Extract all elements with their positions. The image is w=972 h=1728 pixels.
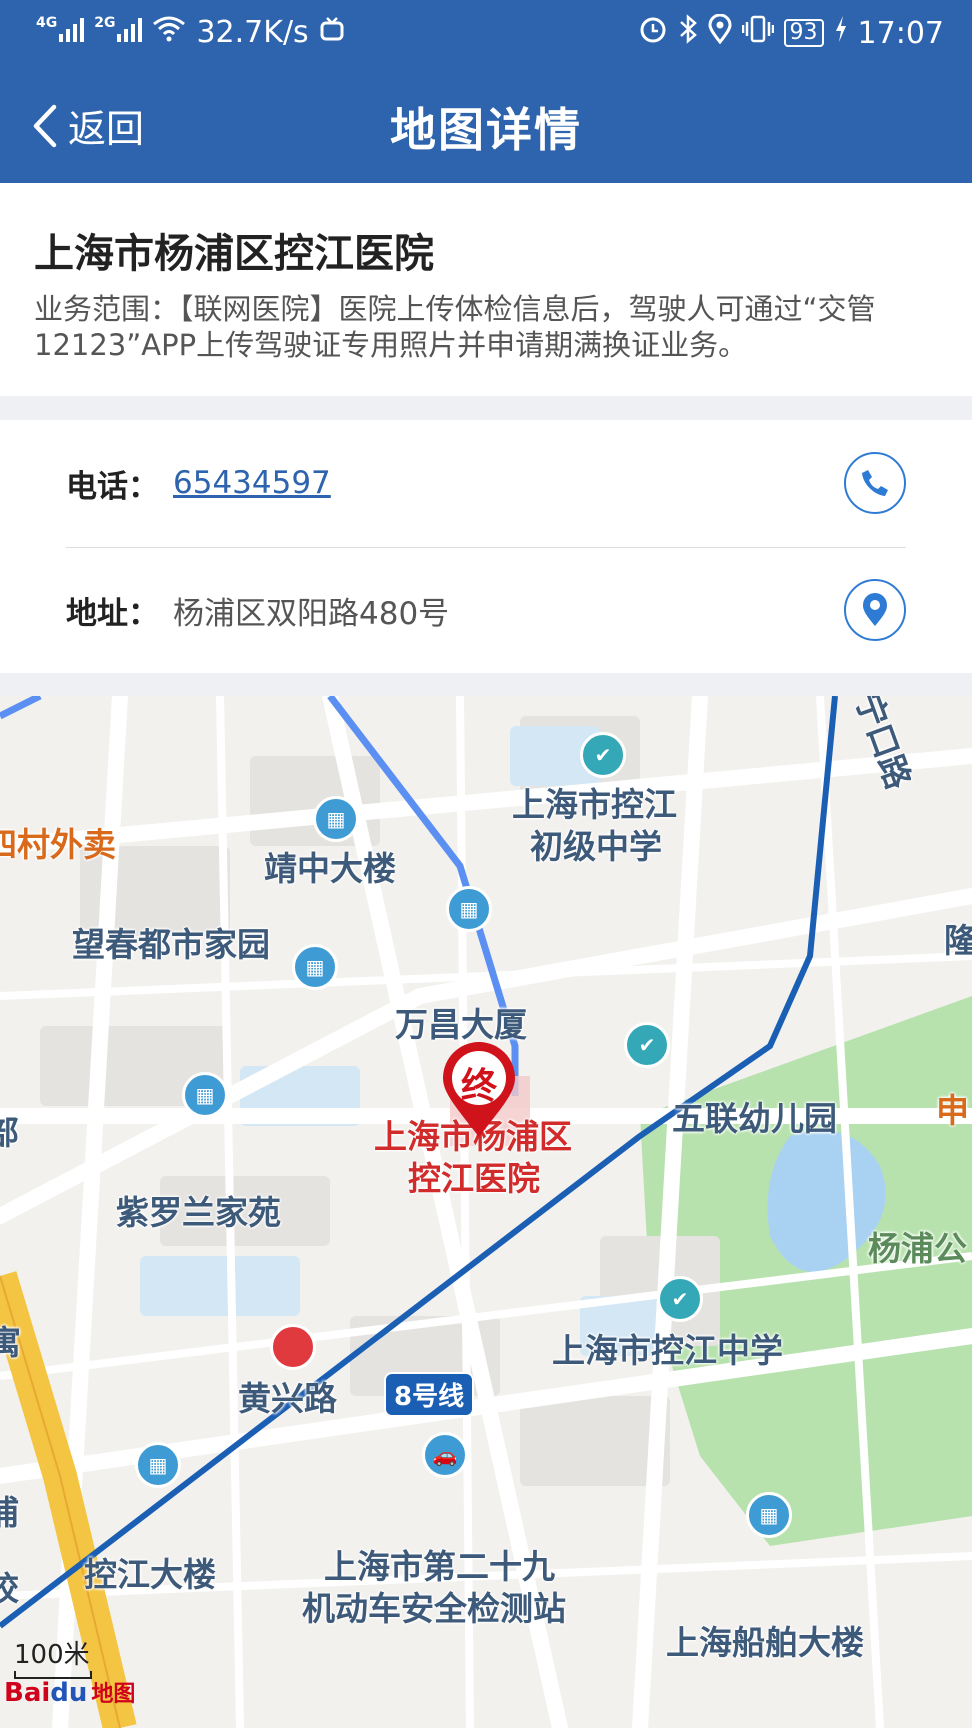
address-row: 地址： 杨浦区双阳路480号 <box>66 560 906 660</box>
address-value: 杨浦区双阳路480号 <box>173 595 450 632</box>
destination-marker[interactable]: 终 <box>440 1041 518 1141</box>
divider <box>66 547 906 548</box>
vibrate-icon <box>741 14 774 52</box>
map-label: 杨浦公 <box>868 1229 967 1268</box>
bluetooth-icon <box>678 14 698 52</box>
status-bar: 4G 2G 32.7K/s 93 17:07 <box>0 0 972 66</box>
map-label-hospital: 控江医院 <box>408 1159 540 1198</box>
building-icon: ▦ <box>182 1072 228 1118</box>
signal-4g-icon: 4G <box>36 15 85 50</box>
phone-row: 电话： 65434597 <box>66 433 906 533</box>
building-icon: ▦ <box>135 1442 181 1488</box>
metro-line-badge: 8号线 <box>384 1372 475 1417</box>
charging-icon <box>834 15 848 51</box>
contact-card: 电话： 65434597 地址： 杨浦区双阳路480号 <box>0 420 972 673</box>
clock-time: 17:07 <box>857 15 944 51</box>
map-scale: 100米 <box>14 1634 92 1679</box>
map-label: 黄兴路 <box>238 1379 337 1418</box>
phone-icon <box>862 470 888 496</box>
map-label: 上海市第二十九 <box>324 1547 555 1586</box>
marker-label: 终 <box>460 1066 497 1107</box>
nav-bar: 返回 地图详情 <box>0 66 972 183</box>
call-button[interactable] <box>844 452 906 514</box>
map-view[interactable]: ✔ ▦ ▦ ▦ ✔ ▦ ✔ ▦ 🚗 ▦ 上海市控江 初级中学 靖中大楼 四村外卖… <box>0 696 972 1728</box>
map-label: 上海市控江中学 <box>552 1331 783 1370</box>
map-label: 靖中大楼 <box>264 849 396 888</box>
school-icon: ✔ <box>624 1022 670 1068</box>
map-label: 四村外卖 <box>0 825 116 864</box>
hospital-info-card: 上海市杨浦区控江医院 业务范围：【联网医院】医院上传体检信息后，驾驶人可通过“交… <box>0 183 972 396</box>
map-label: 校 <box>0 1569 19 1608</box>
map-label: 机动车安全检测站 <box>302 1589 566 1628</box>
location-icon <box>708 13 732 52</box>
phone-label: 电话： <box>66 468 159 505</box>
alarm-icon <box>638 14 668 52</box>
page-title: 地图详情 <box>390 103 582 157</box>
tv-icon <box>319 15 345 50</box>
network-speed: 32.7K/s <box>196 14 309 50</box>
map-label: 浦 <box>0 1493 19 1532</box>
address-label: 地址： <box>66 595 159 632</box>
map-label: 隆 <box>944 921 972 960</box>
building-icon: ▦ <box>446 886 492 932</box>
map-label: 寓 <box>0 1323 21 1362</box>
map-label: 上海市控江 <box>512 785 677 824</box>
phone-number-link[interactable]: 65434597 <box>173 465 331 501</box>
wifi-icon <box>152 14 186 50</box>
map-label: 部 <box>0 1113 19 1152</box>
battery-icon: 93 <box>783 19 824 47</box>
map-label: 控江大楼 <box>84 1555 216 1594</box>
location-pin-icon <box>863 593 887 626</box>
building-icon: ▦ <box>313 796 359 842</box>
map-label: 紫罗兰家苑 <box>116 1193 281 1232</box>
hospital-name: 上海市杨浦区控江医院 <box>34 231 434 277</box>
map-label: 上海船舶大楼 <box>666 1623 864 1662</box>
building-icon: ▦ <box>292 944 338 990</box>
map-label: 望春都市家园 <box>72 925 270 964</box>
school-icon: ✔ <box>657 1276 703 1322</box>
signal-2g-icon: 2G <box>94 15 143 50</box>
business-scope: 业务范围：【联网医院】医院上传体检信息后，驾驶人可通过“交管12123”APP上… <box>34 292 876 362</box>
map-label: 五联幼儿园 <box>672 1099 837 1138</box>
navigate-button[interactable] <box>844 579 906 641</box>
map-label: 万昌大厦 <box>395 1005 527 1044</box>
metro-station-icon <box>270 1324 316 1370</box>
car-icon: 🚗 <box>422 1432 468 1478</box>
map-label: 初级中学 <box>530 827 662 866</box>
map-label: 申 <box>936 1091 969 1130</box>
school-icon: ✔ <box>580 732 626 778</box>
building-icon: ▦ <box>746 1492 792 1538</box>
baidu-map-logo: Baidu 地图 <box>4 1678 136 1708</box>
